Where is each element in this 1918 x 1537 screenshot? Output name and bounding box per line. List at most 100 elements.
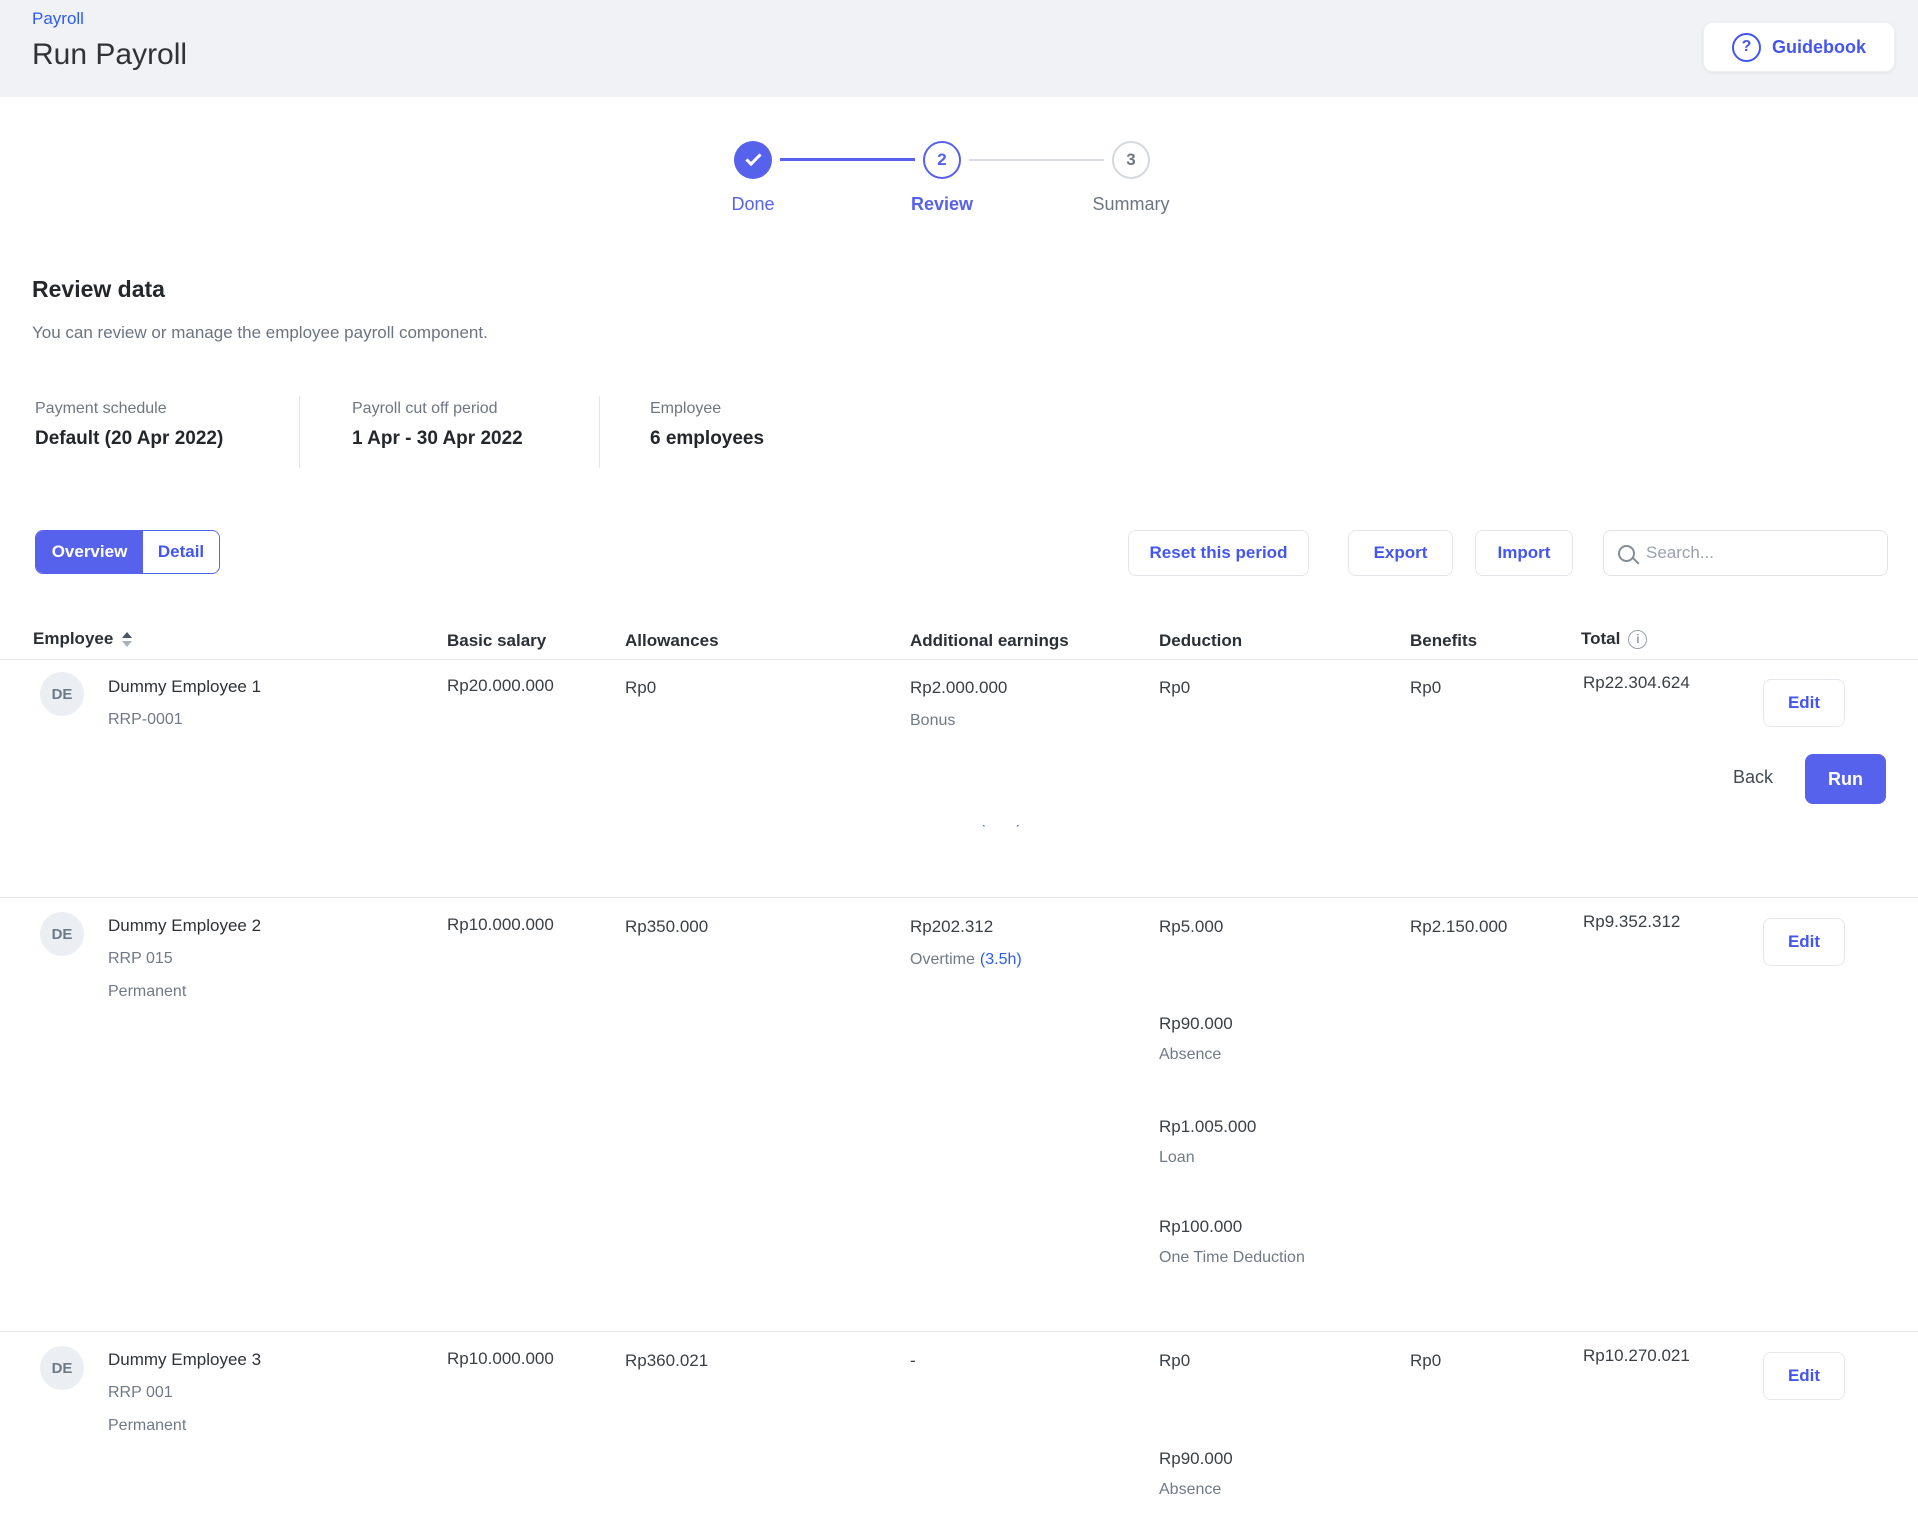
step-done-label: Done [698, 194, 808, 215]
step-summary-label: Summary [1076, 194, 1186, 215]
col-header-total-label: Total [1581, 629, 1620, 649]
info-label: Payment schedule [35, 400, 223, 418]
additional-earnings-label: Overtime (3.5h) [910, 951, 1022, 969]
additional-earnings-value: Rp202.312 [910, 917, 993, 937]
employee-name: Dummy Employee 2 [108, 916, 261, 936]
run-payroll-page: Payroll Run Payroll Guidebook 2 3 Done R… [0, 0, 1918, 1537]
table-header-divider [0, 659, 1918, 660]
total-value: Rp10.270.021 [1583, 1346, 1690, 1366]
info-value: 1 Apr - 30 Apr 2022 [352, 428, 523, 450]
tab-detail[interactable]: Detail [143, 531, 219, 573]
section-title: Review data [32, 276, 165, 303]
edit-button[interactable]: Edit [1763, 679, 1845, 727]
deduction-item-amount: Rp1.005.000 [1159, 1117, 1256, 1137]
col-header-basic-salary: Basic salary [447, 631, 546, 651]
info-icon[interactable] [1628, 630, 1647, 649]
run-button[interactable]: Run [1805, 754, 1886, 804]
step-summary-number: 3 [1126, 150, 1135, 170]
employee-id: RRP 015 [108, 950, 173, 968]
deduction-item-label: One Time Deduction [1159, 1249, 1305, 1267]
allowances-value: Rp360.021 [625, 1351, 708, 1371]
benefits-value: Rp0 [1410, 1351, 1441, 1371]
total-value: Rp22.304.624 [1583, 673, 1690, 693]
step-review-label: Review [887, 194, 997, 215]
question-mark-icon [1732, 33, 1761, 62]
view-toggle: Overview Detail [35, 530, 220, 574]
divider [599, 396, 600, 468]
search-box [1603, 530, 1888, 576]
col-header-additional-earnings: Additional earnings [910, 631, 1069, 651]
allowances-value: Rp0 [625, 678, 656, 698]
page-header [0, 0, 1918, 97]
employee-name: Dummy Employee 1 [108, 677, 261, 697]
deduction-item-label: Loan [1159, 1149, 1195, 1167]
page-title: Run Payroll [32, 38, 187, 72]
basic-salary-value: Rp10.000.000 [447, 1349, 554, 1369]
employment-type: Permanent [108, 1417, 186, 1435]
deduction-item-label: Absence [1159, 1046, 1221, 1064]
search-icon [1618, 545, 1635, 562]
back-button[interactable]: Back [1723, 767, 1783, 788]
info-cutoff-period: Payroll cut off period 1 Apr - 30 Apr 20… [352, 400, 523, 450]
check-icon [745, 150, 761, 166]
benefits-value: Rp0 [1410, 678, 1441, 698]
guidebook-label: Guidebook [1772, 37, 1866, 58]
employee-id: RRP-0001 [108, 711, 183, 729]
overtime-text: Overtime [910, 951, 975, 969]
step-summary-circle: 3 [1112, 141, 1150, 179]
edit-button[interactable]: Edit [1763, 918, 1845, 966]
step-connector-done [780, 158, 915, 161]
employee-name: Dummy Employee 3 [108, 1350, 261, 1370]
info-label: Employee [650, 400, 764, 418]
deduction-item-amount: Rp90.000 [1159, 1449, 1233, 1469]
basic-salary-value: Rp10.000.000 [447, 915, 554, 935]
col-header-employee: Employee [33, 629, 132, 649]
col-header-total: Total [1581, 629, 1647, 649]
additional-earnings-value: - [910, 1351, 916, 1371]
reset-period-button[interactable]: Reset this period [1128, 530, 1309, 576]
divider [299, 396, 300, 468]
info-value: Default (20 Apr 2022) [35, 428, 223, 450]
col-header-employee-label: Employee [33, 629, 113, 649]
step-review-number: 2 [937, 150, 946, 170]
edit-button[interactable]: Edit [1763, 1352, 1845, 1400]
info-label: Payroll cut off period [352, 400, 523, 418]
col-header-deduction: Deduction [1159, 631, 1242, 651]
avatar: DE [40, 1346, 84, 1390]
allowances-value: Rp350.000 [625, 917, 708, 937]
info-payment-schedule: Payment schedule Default (20 Apr 2022) [35, 400, 223, 450]
row-divider [0, 1331, 1918, 1332]
basic-salary-value: Rp20.000.000 [447, 676, 554, 696]
col-header-benefits: Benefits [1410, 631, 1477, 651]
deduction-value: Rp0 [1159, 1351, 1190, 1371]
search-input[interactable] [1646, 543, 1846, 563]
additional-earnings-label: Bonus [910, 712, 955, 730]
action-bar [0, 733, 1918, 825]
avatar: DE [40, 912, 84, 956]
deduction-item-amount: Rp100.000 [1159, 1217, 1242, 1237]
overtime-hours: (3.5h) [980, 951, 1022, 969]
employee-id: RRP 001 [108, 1384, 173, 1402]
deduction-item-label: Absence [1159, 1481, 1221, 1499]
import-button[interactable]: Import [1475, 530, 1573, 576]
info-value: 6 employees [650, 428, 764, 450]
deduction-item-amount: Rp90.000 [1159, 1014, 1233, 1034]
step-done-circle [734, 141, 772, 179]
step-review-circle: 2 [923, 141, 961, 179]
total-value: Rp9.352.312 [1583, 912, 1680, 932]
info-employee-count: Employee 6 employees [650, 400, 764, 450]
avatar: DE [40, 672, 84, 716]
export-button[interactable]: Export [1348, 530, 1453, 576]
sort-icon[interactable] [122, 632, 132, 647]
additional-earnings-value: Rp2.000.000 [910, 678, 1007, 698]
section-subtitle: You can review or manage the employee pa… [32, 323, 488, 343]
employment-type: Permanent [108, 983, 186, 1001]
benefits-value: Rp2.150.000 [1410, 917, 1507, 937]
step-connector-upcoming [969, 159, 1104, 161]
guidebook-button[interactable]: Guidebook [1703, 22, 1895, 72]
col-header-allowances: Allowances [625, 631, 719, 651]
deduction-value: Rp5.000 [1159, 917, 1223, 937]
row-divider [0, 897, 1918, 898]
tab-overview[interactable]: Overview [36, 531, 143, 573]
breadcrumb-payroll[interactable]: Payroll [32, 9, 84, 29]
